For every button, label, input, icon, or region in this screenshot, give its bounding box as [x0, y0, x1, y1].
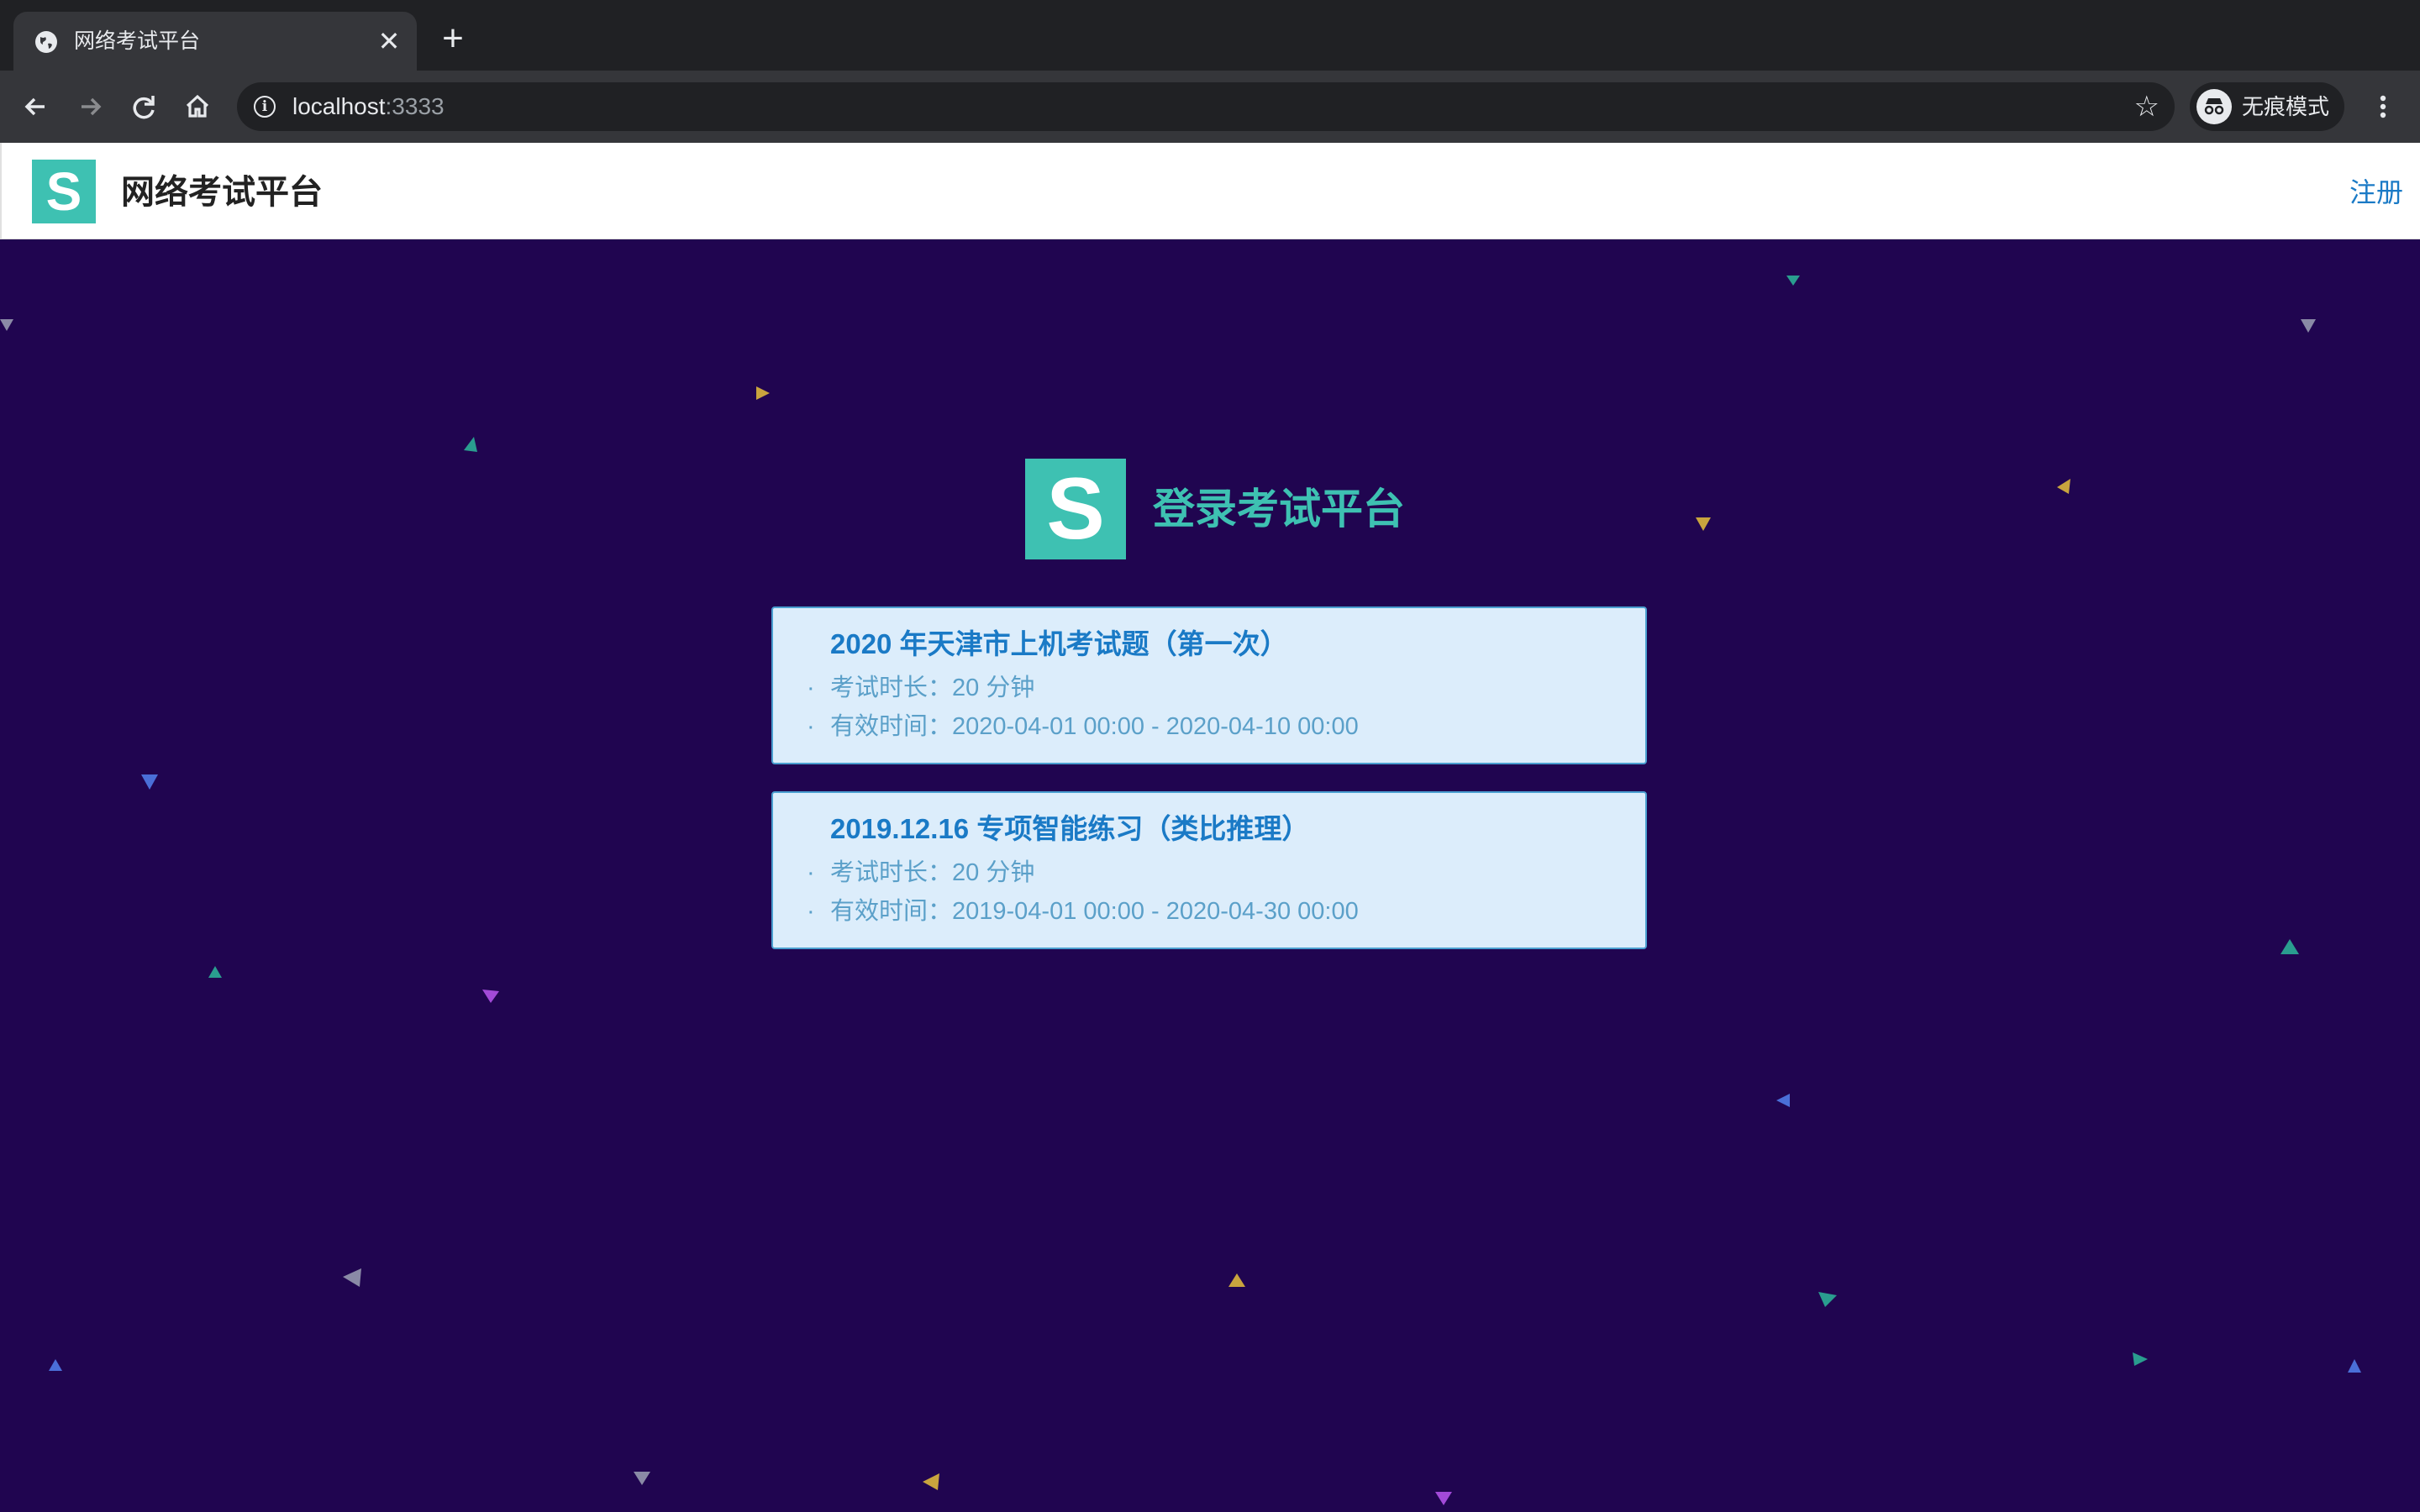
- confetti-triangle: [49, 1359, 62, 1371]
- exam-card[interactable]: 2020 年天津市上机考试题（第一次） · 考试时长：20 分钟 · 有效时间：20…: [771, 606, 1647, 764]
- browser-toolbar: i localhost:3333 ☆ 无痕模式: [0, 71, 2420, 143]
- login-heading: S 登录考试平台: [1025, 459, 1462, 559]
- close-tab-icon[interactable]: ✕: [373, 25, 405, 57]
- exam-card[interactable]: 2019.12.16 专项智能练习（类比推理） · 考试时长：20 分钟 · 有效时…: [771, 791, 1647, 949]
- globe-icon: [35, 31, 57, 53]
- confetti-triangle: [464, 437, 477, 452]
- bullet: ·: [807, 713, 815, 740]
- confetti-triangle: [2133, 1352, 2148, 1366]
- info-icon[interactable]: i: [254, 96, 276, 118]
- confetti-triangle: [2057, 479, 2070, 494]
- confetti-triangle: [1696, 517, 1711, 531]
- browser-tabstrip: 网络考试平台 ✕ +: [0, 0, 2420, 71]
- exam-title[interactable]: 2019.12.16 专项智能练习（类比推理）: [830, 811, 1309, 847]
- browser-menu-icon[interactable]: [2366, 87, 2400, 126]
- home-icon[interactable]: [178, 87, 217, 126]
- forward-arrow-icon[interactable]: [71, 87, 109, 126]
- site-logo[interactable]: S: [32, 160, 96, 223]
- confetti-triangle: [2281, 939, 2299, 954]
- login-title: 登录考试平台: [1153, 486, 1405, 533]
- url-text: localhost:3333: [292, 93, 445, 119]
- confetti-triangle: [1228, 1273, 1245, 1287]
- site-title: 网络考试平台: [121, 174, 323, 211]
- browser-tab[interactable]: 网络考试平台 ✕: [13, 12, 417, 71]
- register-link[interactable]: 注册: [2349, 175, 2403, 210]
- address-bar[interactable]: i localhost:3333 ☆: [237, 82, 2175, 131]
- exam-duration: · 考试时长：20 分钟: [807, 857, 1034, 889]
- bookmark-star-icon[interactable]: ☆: [2134, 91, 2160, 123]
- confetti-triangle: [634, 1472, 650, 1485]
- incognito-label: 无痕模式: [2242, 94, 2330, 119]
- confetti-triangle: [208, 966, 222, 978]
- confetti-triangle: [0, 319, 13, 331]
- incognito-badge[interactable]: 无痕模式: [2190, 82, 2344, 131]
- confetti-triangle: [923, 1473, 939, 1490]
- incognito-icon: [2196, 89, 2232, 124]
- new-tab-button[interactable]: +: [434, 20, 472, 59]
- tab-title: 网络考试平台: [74, 29, 201, 53]
- back-arrow-icon[interactable]: [17, 87, 55, 126]
- confetti-triangle: [2301, 319, 2316, 333]
- confetti-triangle: [343, 1268, 361, 1287]
- confetti-triangle: [482, 990, 499, 1003]
- exam-title[interactable]: 2020 年天津市上机考试题（第一次）: [830, 627, 1288, 662]
- confetti-triangle: [141, 774, 158, 790]
- login-logo: S: [1025, 459, 1126, 559]
- confetti-triangle: [756, 386, 770, 400]
- confetti-triangle: [1818, 1292, 1837, 1307]
- confetti-triangle: [1435, 1492, 1452, 1505]
- bullet: ·: [807, 859, 815, 886]
- exam-duration: · 考试时长：20 分钟: [807, 672, 1034, 704]
- reload-icon[interactable]: [124, 87, 163, 126]
- bullet: ·: [807, 898, 815, 925]
- confetti-triangle: [1776, 1094, 1790, 1107]
- confetti-triangle: [1786, 276, 1800, 286]
- site-header: S 网络考试平台 注册: [0, 143, 2420, 239]
- bullet: ·: [807, 675, 815, 701]
- exam-validity: · 有效时间：2020-04-01 00:00 - 2020-04-10 00:0…: [807, 711, 1359, 743]
- confetti-triangle: [2348, 1359, 2361, 1373]
- exam-validity: · 有效时间：2019-04-01 00:00 - 2020-04-30 00:0…: [807, 895, 1359, 927]
